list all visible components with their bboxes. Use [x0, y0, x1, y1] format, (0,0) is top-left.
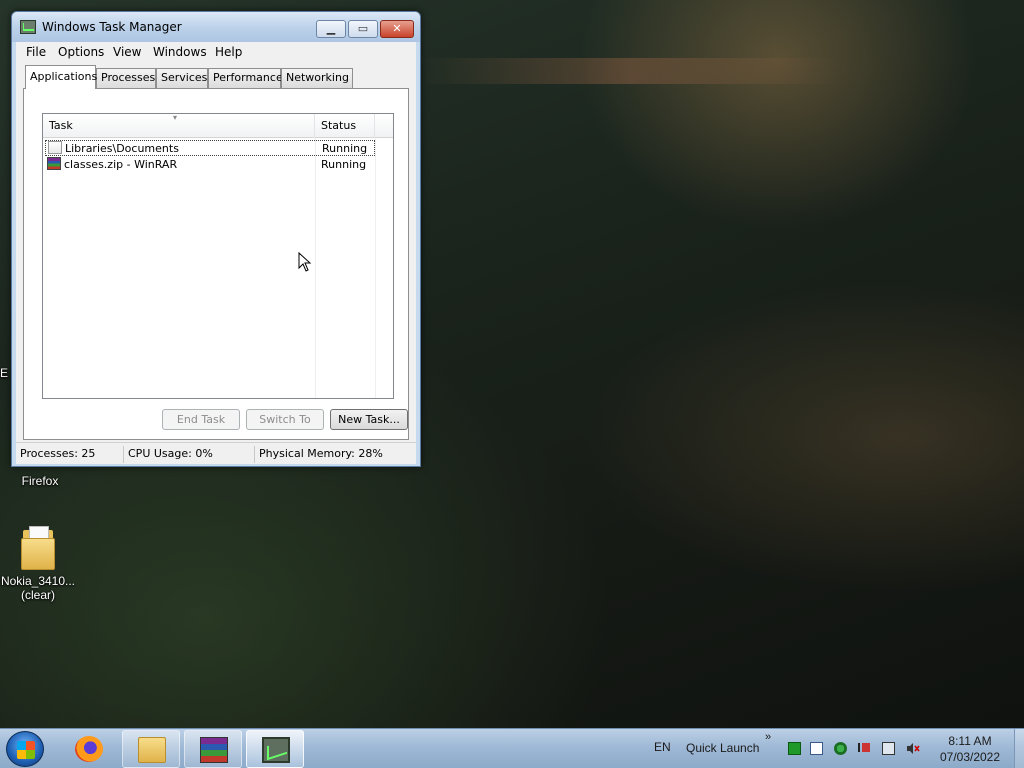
tab-services[interactable]: Services — [156, 68, 208, 88]
language-indicator[interactable]: EN — [654, 740, 671, 754]
task-manager-icon — [20, 20, 36, 34]
menu-view[interactable]: View — [113, 45, 141, 59]
tray-flag-icon[interactable] — [858, 743, 871, 752]
window-client-area: Applications Processes Services Performa… — [16, 62, 416, 442]
sort-arrow-icon: ▾ — [173, 113, 178, 122]
start-button[interactable] — [6, 731, 44, 767]
winrar-icon — [200, 737, 228, 763]
minimize-icon: ▁ — [326, 22, 336, 35]
list-header: Task Status ▾ — [43, 114, 393, 138]
desktop-icon-firefox[interactable]: Firefox — [2, 474, 78, 488]
desktop-icon-nokia-folder[interactable]: Nokia_3410... (clear) — [0, 526, 76, 602]
tray-document-icon[interactable] — [810, 742, 823, 755]
tab-performance[interactable]: Performance — [208, 68, 283, 88]
status-memory: Physical Memory: 28% — [259, 447, 383, 460]
tab-processes[interactable]: Processes — [96, 68, 156, 88]
tray-network-icon[interactable] — [882, 742, 895, 755]
task-status: Running — [322, 142, 368, 155]
explorer-folder-icon — [138, 737, 166, 763]
task-status: Running — [321, 158, 367, 171]
mouse-pointer-icon — [298, 252, 312, 272]
task-manager-icon — [262, 737, 290, 763]
maximize-icon: ▭ — [357, 22, 369, 35]
desktop-edge-label: E — [0, 366, 9, 380]
task-manager-window[interactable]: Windows Task Manager ▁ ▭ ✕ File Options … — [11, 11, 421, 467]
menu-windows[interactable]: Windows — [153, 45, 207, 59]
taskbar-winrar[interactable] — [184, 730, 242, 768]
menu-options[interactable]: Options — [58, 45, 104, 59]
switch-to-button[interactable]: Switch To — [246, 409, 324, 430]
tab-networking[interactable]: Networking — [281, 68, 353, 88]
column-header-task[interactable]: Task — [43, 114, 315, 138]
task-name: Libraries\Documents — [65, 142, 179, 155]
desktop-icon-label: Firefox — [21, 474, 59, 488]
title-bar[interactable]: Windows Task Manager ▁ ▭ ✕ — [12, 12, 420, 42]
folder-icon — [21, 526, 55, 570]
document-icon — [48, 141, 62, 154]
system-clock[interactable]: 8:11 AM 07/03/2022 — [930, 733, 1010, 765]
menu-help[interactable]: Help — [215, 45, 242, 59]
window-title: Windows Task Manager — [42, 20, 182, 34]
task-row[interactable]: Libraries\Documents Running — [45, 140, 375, 156]
taskbar: EN Quick Launch » 8:11 AM 07/03/2022 — [0, 728, 1024, 768]
desktop-icon-label: Nokia_3410... — [0, 574, 76, 588]
status-processes: Processes: 25 — [16, 446, 124, 463]
taskbar-firefox[interactable] — [60, 730, 118, 768]
status-cpu: CPU Usage: 0% — [124, 446, 255, 463]
tab-applications[interactable]: Applications — [25, 65, 97, 89]
task-row[interactable]: classes.zip - WinRAR Running — [45, 157, 375, 173]
minimize-button[interactable]: ▁ — [316, 20, 346, 38]
taskbar-task-manager[interactable] — [246, 730, 304, 768]
firefox-icon — [75, 736, 103, 762]
quick-launch-chevron[interactable]: » — [765, 731, 771, 743]
desktop-icon-label-line2: (clear) — [20, 588, 55, 602]
close-button[interactable]: ✕ — [380, 20, 414, 38]
task-name: classes.zip - WinRAR — [64, 158, 178, 171]
close-icon: ✕ — [392, 22, 402, 35]
menu-bar: File Options View Windows Help — [16, 42, 416, 62]
new-task-button[interactable]: New Task... — [330, 409, 408, 430]
show-desktop-button[interactable] — [1014, 729, 1024, 768]
task-list[interactable]: Task Status ▾ Libraries\Documents Runnin… — [42, 113, 394, 399]
quick-launch-toolbar[interactable]: Quick Launch — [686, 741, 759, 755]
wallpaper-light-band — [420, 58, 840, 84]
tray-green-icon[interactable] — [788, 742, 801, 755]
maximize-button[interactable]: ▭ — [348, 20, 378, 38]
taskbar-explorer[interactable] — [122, 730, 180, 768]
column-header-status[interactable]: Status — [315, 114, 375, 138]
winrar-icon — [47, 157, 61, 170]
tray-shield-icon[interactable] — [834, 742, 847, 755]
end-task-button[interactable]: End Task — [162, 409, 240, 430]
status-bar: Processes: 25 CPU Usage: 0% Physical Mem… — [16, 442, 416, 464]
applications-panel: Task Status ▾ Libraries\Documents Runnin… — [23, 88, 409, 440]
tray-volume-muted-icon[interactable] — [906, 742, 920, 755]
windows-logo-icon — [17, 741, 35, 759]
clock-time: 8:11 AM — [948, 734, 992, 748]
clock-date: 07/03/2022 — [939, 750, 1001, 764]
menu-file[interactable]: File — [26, 45, 46, 59]
